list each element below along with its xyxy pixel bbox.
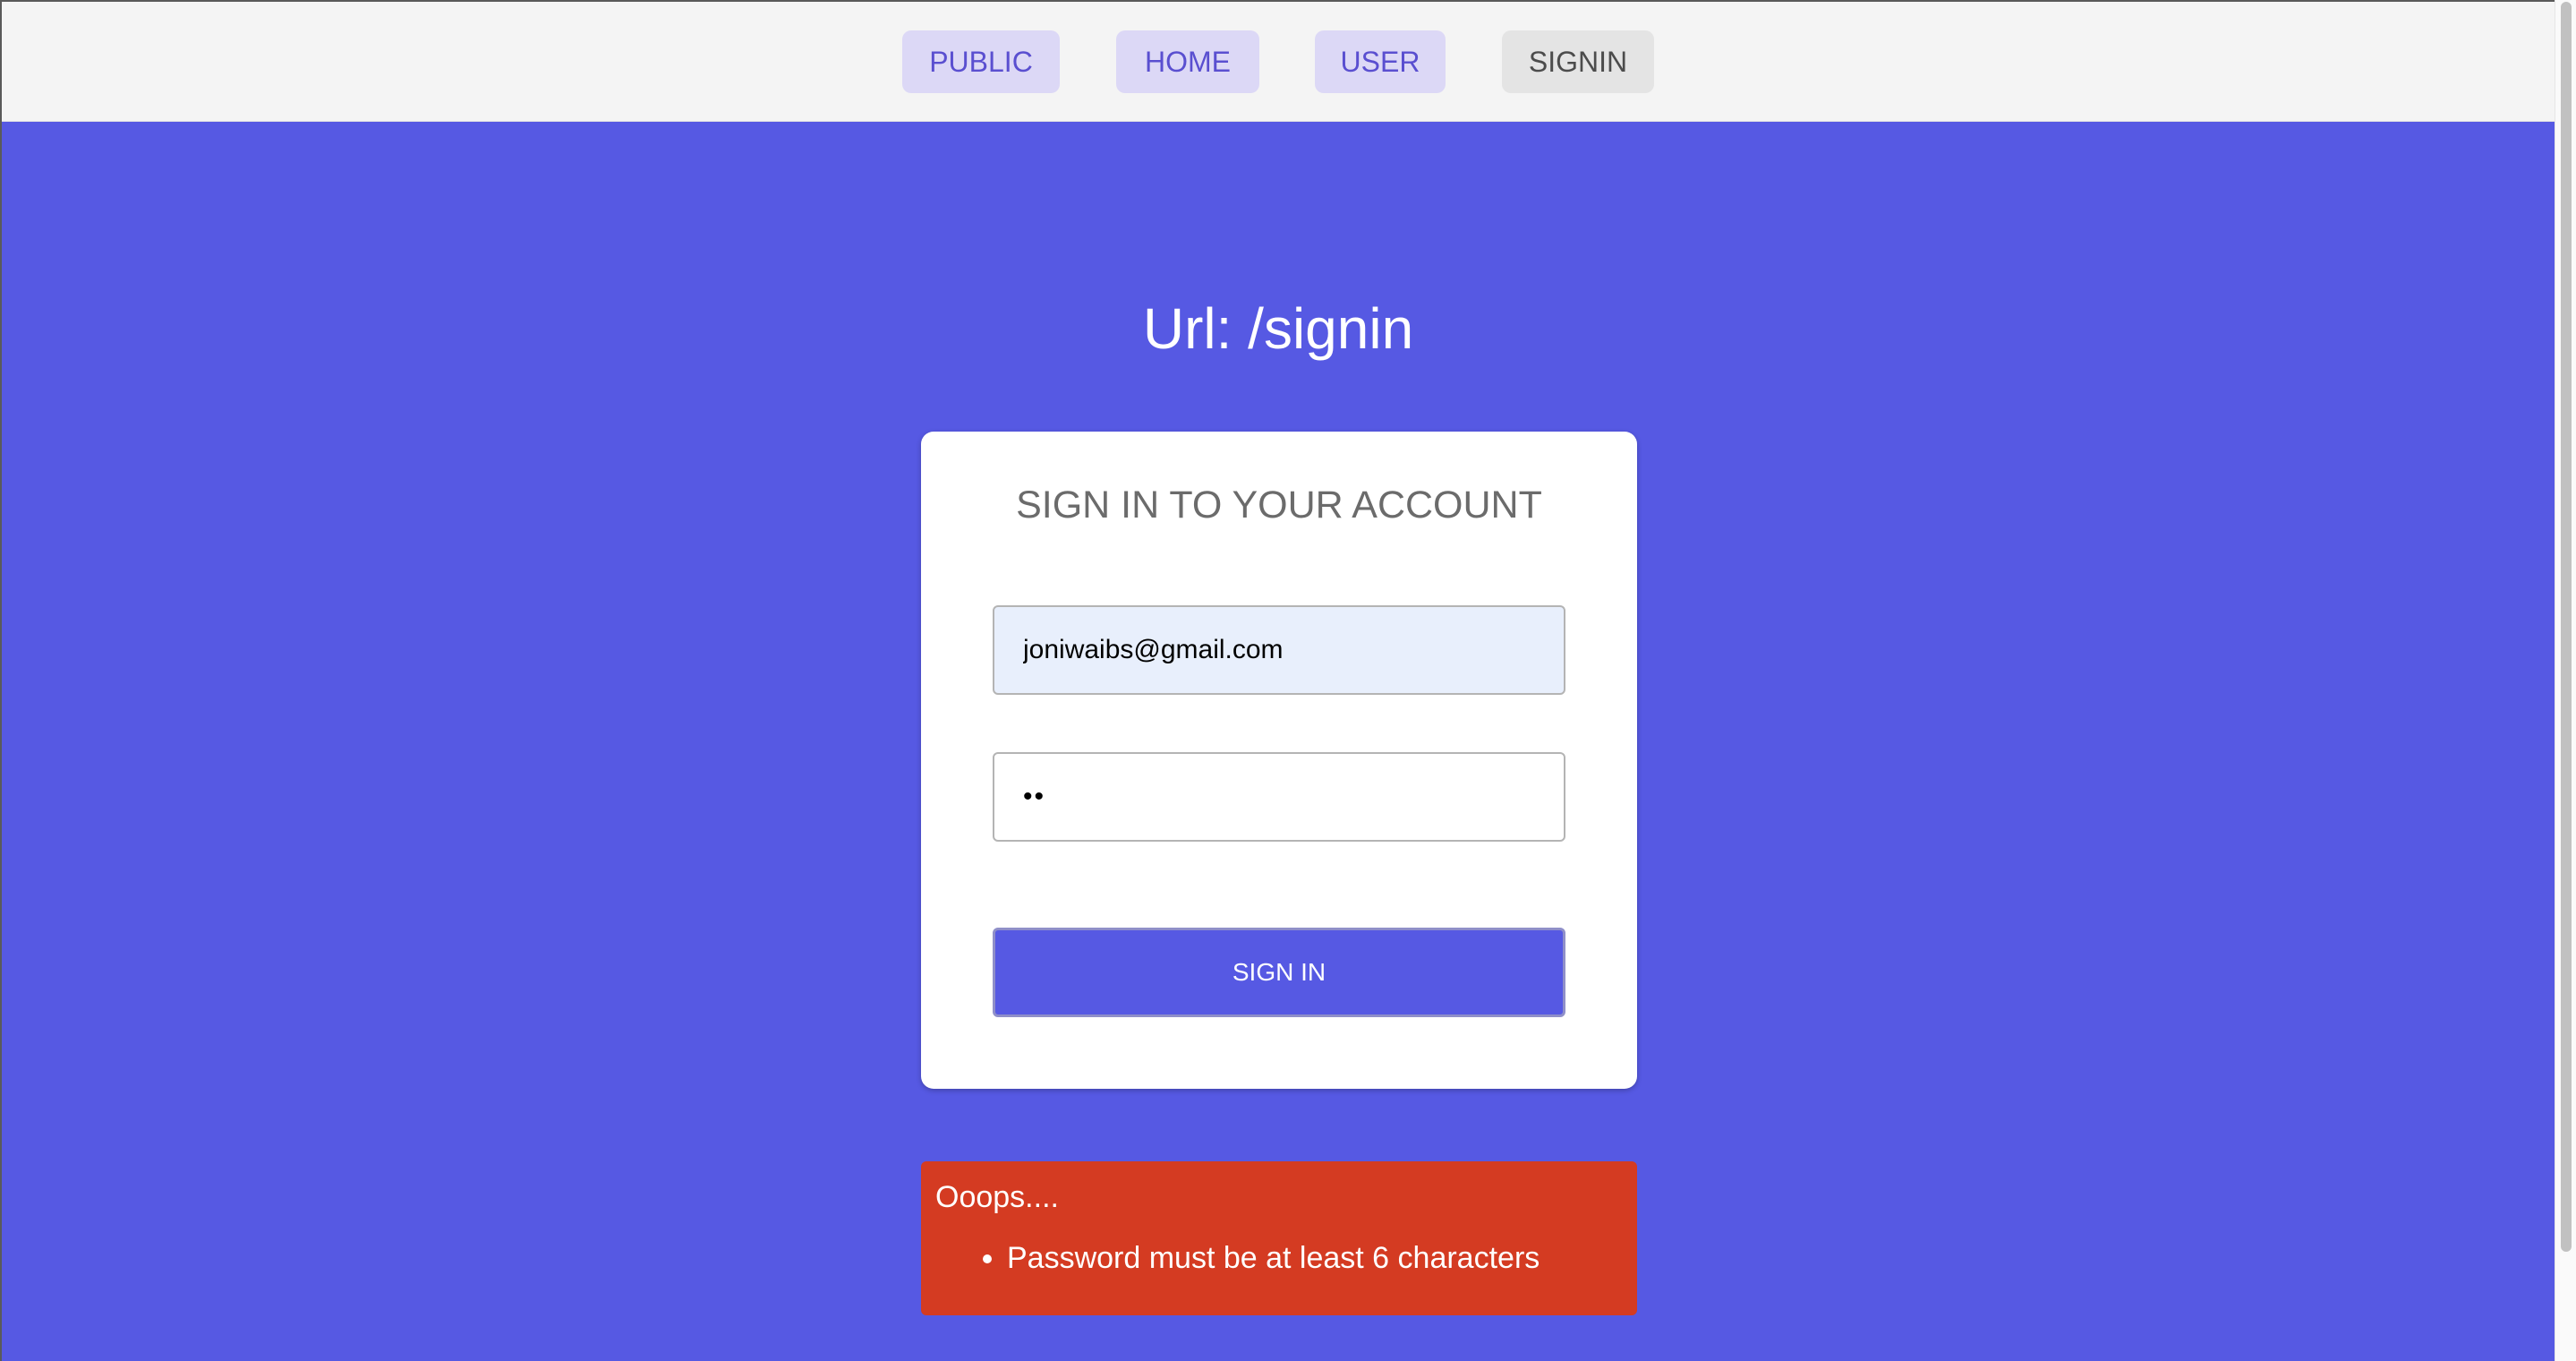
error-alert: Ooops.... Password must be at least 6 ch…	[921, 1161, 1637, 1315]
sign-in-button[interactable]: SIGN IN	[993, 928, 1565, 1017]
error-message: Password must be at least 6 characters	[1007, 1238, 1540, 1278]
vertical-scrollbar[interactable]	[2555, 0, 2576, 1361]
nav-link-signin[interactable]: SIGNIN	[1502, 30, 1654, 93]
top-navigation: PUBLIC HOME USER SIGNIN	[2, 2, 2555, 122]
scrollbar-thumb[interactable]	[2561, 2, 2572, 1252]
nav-link-home[interactable]: HOME	[1116, 30, 1259, 93]
url-heading: Url: /signin	[1142, 296, 1414, 361]
nav-link-public[interactable]: PUBLIC	[902, 30, 1060, 93]
error-title: Ooops....	[935, 1180, 1059, 1214]
app-window: PUBLIC HOME USER SIGNIN Url: /signin SIG…	[0, 0, 2555, 1361]
signin-title: SIGN IN TO YOUR ACCOUNT	[1016, 484, 1542, 526]
email-field[interactable]	[993, 605, 1565, 695]
error-list: Password must be at least 6 characters	[921, 1238, 1540, 1278]
nav-link-user[interactable]: USER	[1315, 30, 1446, 93]
signin-card: SIGN IN TO YOUR ACCOUNT SIGN IN	[921, 432, 1637, 1089]
password-field[interactable]	[993, 752, 1565, 842]
